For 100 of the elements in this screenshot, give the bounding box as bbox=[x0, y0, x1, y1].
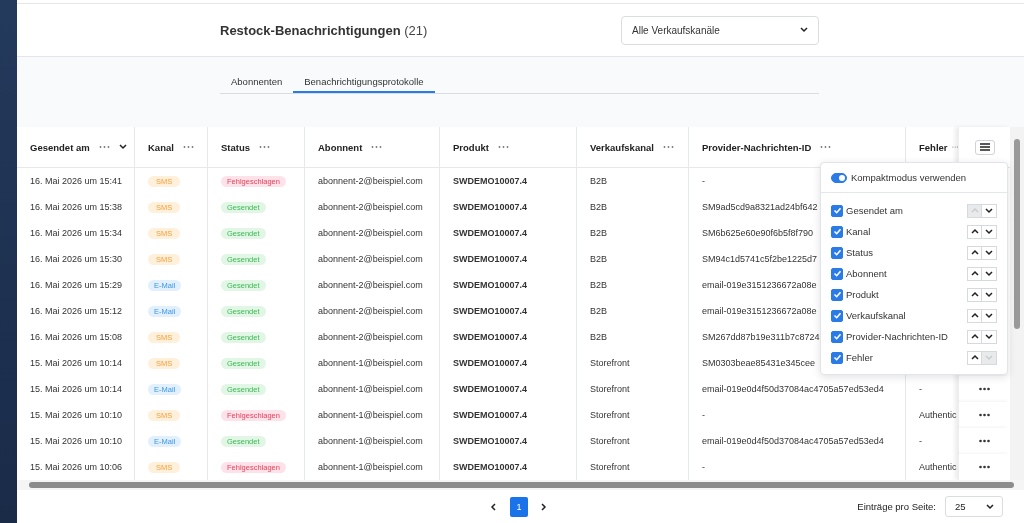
checkbox[interactable] bbox=[831, 246, 843, 259]
table-cell: B2B bbox=[590, 306, 607, 316]
move-up-button[interactable] bbox=[967, 308, 982, 323]
tab[interactable]: Abonnenten bbox=[220, 72, 294, 93]
more-icon[interactable] bbox=[662, 145, 674, 149]
column-header[interactable]: Fehler bbox=[906, 127, 958, 167]
chevron-up-icon bbox=[970, 269, 979, 278]
checkbox-label: Kanal bbox=[846, 226, 871, 237]
table-cell: SM6b625e60e90f6b5f8f790 bbox=[702, 228, 814, 238]
chevron-down-icon bbox=[800, 26, 808, 34]
move-up-button[interactable] bbox=[967, 266, 982, 281]
table-cell: 16. Mai 2026 um 15:34 bbox=[30, 228, 123, 238]
move-down-button[interactable] bbox=[982, 203, 997, 218]
checkbox[interactable] bbox=[831, 225, 843, 238]
table-cell: Authentic bbox=[919, 410, 957, 420]
more-icon bbox=[979, 387, 990, 391]
table-cell: B2B bbox=[590, 280, 607, 290]
move-down-button[interactable] bbox=[982, 224, 997, 239]
chevron-up-icon bbox=[970, 206, 979, 215]
checkbox[interactable] bbox=[831, 288, 843, 301]
table-cell: 15. Mai 2026 um 10:14 bbox=[30, 384, 123, 394]
column-header[interactable]: Status bbox=[208, 127, 305, 167]
table-cell: abonnent-1@beispiel.com bbox=[318, 358, 423, 368]
table-cell: SM267dd87b19e311b7c8724 bbox=[702, 332, 820, 342]
per-page-label: Einträge pro Seite: bbox=[857, 501, 936, 512]
compact-mode-toggle[interactable] bbox=[831, 172, 847, 183]
move-down-button[interactable] bbox=[982, 308, 997, 323]
checkbox[interactable] bbox=[831, 309, 843, 322]
table-cell: SM9ad5cd9a8321ad24bf642 bbox=[702, 202, 818, 212]
chevron-up-icon bbox=[970, 248, 979, 257]
checkbox-label: Abonnent bbox=[846, 268, 887, 279]
move-up-button[interactable] bbox=[967, 350, 982, 365]
table-cell: 16. Mai 2026 um 15:12 bbox=[30, 306, 123, 316]
column-header[interactable]: Verkaufskanal bbox=[577, 127, 689, 167]
move-up-button[interactable] bbox=[967, 224, 982, 239]
table-cell: SWDEMO10007.4 bbox=[453, 254, 528, 264]
column-header[interactable]: Produkt bbox=[440, 127, 577, 167]
chevron-down-icon bbox=[985, 311, 993, 320]
move-down-button[interactable] bbox=[982, 287, 997, 302]
per-page-select[interactable]: 25 bbox=[945, 496, 1003, 517]
table-cell: abonnent-2@beispiel.com bbox=[318, 306, 423, 316]
checkbox-label: Fehler bbox=[846, 352, 873, 363]
table-cell: SWDEMO10007.4 bbox=[453, 410, 528, 420]
sales-channel-select[interactable]: Alle Verkaufskanäle bbox=[621, 15, 819, 45]
chevron-right-icon bbox=[540, 502, 548, 511]
more-icon[interactable] bbox=[820, 145, 832, 149]
move-up-button[interactable] bbox=[967, 329, 982, 344]
chevron-down-icon bbox=[985, 248, 993, 257]
move-down-button[interactable] bbox=[982, 245, 997, 260]
chevron-up-icon bbox=[970, 353, 979, 362]
more-icon[interactable] bbox=[371, 145, 383, 149]
move-down-button[interactable] bbox=[982, 266, 997, 281]
table-cell: SWDEMO10007.4 bbox=[453, 176, 528, 186]
checkbox[interactable] bbox=[831, 267, 843, 280]
move-down-button[interactable] bbox=[982, 329, 997, 344]
table-cell: abonnent-2@beispiel.com bbox=[318, 202, 423, 212]
column-menu-button[interactable] bbox=[974, 139, 995, 155]
table-cell: 16. Mai 2026 um 15:29 bbox=[30, 280, 123, 290]
chevron-up-icon bbox=[970, 227, 979, 236]
table-cell: 16. Mai 2026 um 15:38 bbox=[30, 202, 123, 212]
chevron-down-icon bbox=[985, 206, 993, 215]
move-up-button[interactable] bbox=[967, 245, 982, 260]
column-header[interactable]: Gesendet am bbox=[17, 127, 135, 167]
tab[interactable]: Benachrichtigungsprotokolle bbox=[293, 72, 435, 93]
table-cell: abonnent-2@beispiel.com bbox=[318, 254, 423, 264]
more-icon bbox=[979, 413, 990, 417]
table-cell: SWDEMO10007.4 bbox=[453, 462, 528, 472]
menu-icon bbox=[979, 143, 990, 151]
checkbox-label: Gesendet am bbox=[846, 205, 904, 216]
chevron-down-icon bbox=[985, 332, 993, 341]
page-button[interactable]: 1 bbox=[510, 496, 528, 517]
table-cell: abonnent-2@beispiel.com bbox=[318, 228, 423, 238]
more-icon bbox=[979, 439, 990, 443]
more-icon[interactable] bbox=[98, 145, 110, 149]
page-title: Restock-Benachrichtigungen bbox=[220, 22, 401, 38]
checkbox[interactable] bbox=[831, 330, 843, 343]
table-cell: B2B bbox=[590, 176, 607, 186]
more-icon[interactable] bbox=[182, 145, 194, 149]
checkbox[interactable] bbox=[831, 204, 843, 217]
table-cell: 16. Mai 2026 um 15:30 bbox=[30, 254, 123, 264]
table-cell: abonnent-2@beispiel.com bbox=[318, 280, 423, 290]
table-cell: SWDEMO10007.4 bbox=[453, 384, 528, 394]
more-icon bbox=[979, 465, 990, 469]
table-cell: - bbox=[919, 384, 922, 394]
column-header[interactable]: Kanal bbox=[135, 127, 208, 167]
table-cell: 15. Mai 2026 um 10:10 bbox=[30, 436, 123, 446]
table-cell: 15. Mai 2026 um 10:14 bbox=[30, 358, 123, 368]
more-icon[interactable] bbox=[497, 145, 509, 149]
chevron-down-icon bbox=[985, 290, 993, 299]
table-cell: abonnent-2@beispiel.com bbox=[318, 332, 423, 342]
vertical-scrollbar[interactable] bbox=[1010, 127, 1024, 480]
table-cell: SWDEMO10007.4 bbox=[453, 436, 528, 446]
more-icon[interactable] bbox=[259, 145, 271, 149]
checkbox[interactable] bbox=[831, 351, 843, 364]
horizontal-scrollbar[interactable] bbox=[17, 480, 1024, 490]
table-cell: Storefront bbox=[590, 384, 630, 394]
move-up-button[interactable] bbox=[967, 287, 982, 302]
table-cell: B2B bbox=[590, 202, 607, 212]
table-cell: SM0303beae85431e345cee bbox=[702, 358, 816, 368]
column-header[interactable]: Abonnent bbox=[305, 127, 440, 167]
